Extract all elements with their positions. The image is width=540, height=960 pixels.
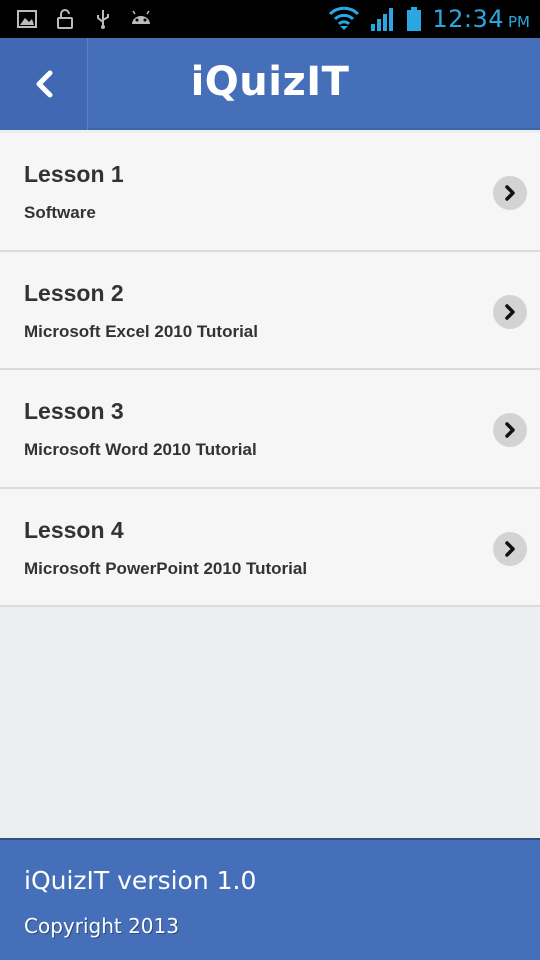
wifi-icon [329,6,360,30]
status-bar: 12:34 PM [0,0,540,38]
clock-time: 12:34 [432,5,504,33]
notification-icons [16,8,152,30]
lesson-subtitle: Microsoft Excel 2010 Tutorial [24,321,258,341]
battery-icon [407,7,422,31]
copyright-text: Copyright 2013 [24,914,179,938]
usb-icon [97,10,109,29]
clock-ampm: PM [508,13,530,31]
lesson-subtitle: Microsoft PowerPoint 2010 Tutorial [24,558,308,578]
chevron-right-icon[interactable] [493,531,527,566]
app-header: iQuizIT [0,38,540,130]
android-icon [132,10,150,24]
chevron-right-icon[interactable] [493,176,527,210]
lesson-subtitle: Microsoft Word 2010 Tutorial [24,440,257,459]
lesson-item-4[interactable]: Lesson 4 Microsoft PowerPoint 2010 Tutor… [0,488,540,607]
lesson-list: Lesson 1 Software Lesson 2 Microsoft Exc… [0,133,540,607]
lesson-title: Lesson 4 [24,516,124,543]
lesson-title: Lesson 1 [24,161,124,187]
chevron-right-icon[interactable] [493,413,527,447]
lesson-subtitle: Software [24,203,96,222]
chevron-left-icon [36,70,52,98]
lesson-item-2[interactable]: Lesson 2 Microsoft Excel 2010 Tutorial [0,251,540,370]
image-icon [17,10,37,28]
lesson-title: Lesson 2 [24,279,124,306]
app-footer: iQuizIT version 1.0 Copyright 2013 [0,838,540,960]
lesson-title: Lesson 3 [24,398,124,424]
chevron-right-icon[interactable] [493,294,527,329]
system-tray: 12:34 PM [328,4,530,34]
lesson-item-3[interactable]: Lesson 3 Microsoft Word 2010 Tutorial [0,370,540,489]
signal-icon [371,8,394,31]
lock-icon [57,9,73,29]
lesson-item-1[interactable]: Lesson 1 Software [0,133,540,252]
back-button[interactable] [0,38,88,130]
version-text: iQuizIT version 1.0 [24,866,257,895]
